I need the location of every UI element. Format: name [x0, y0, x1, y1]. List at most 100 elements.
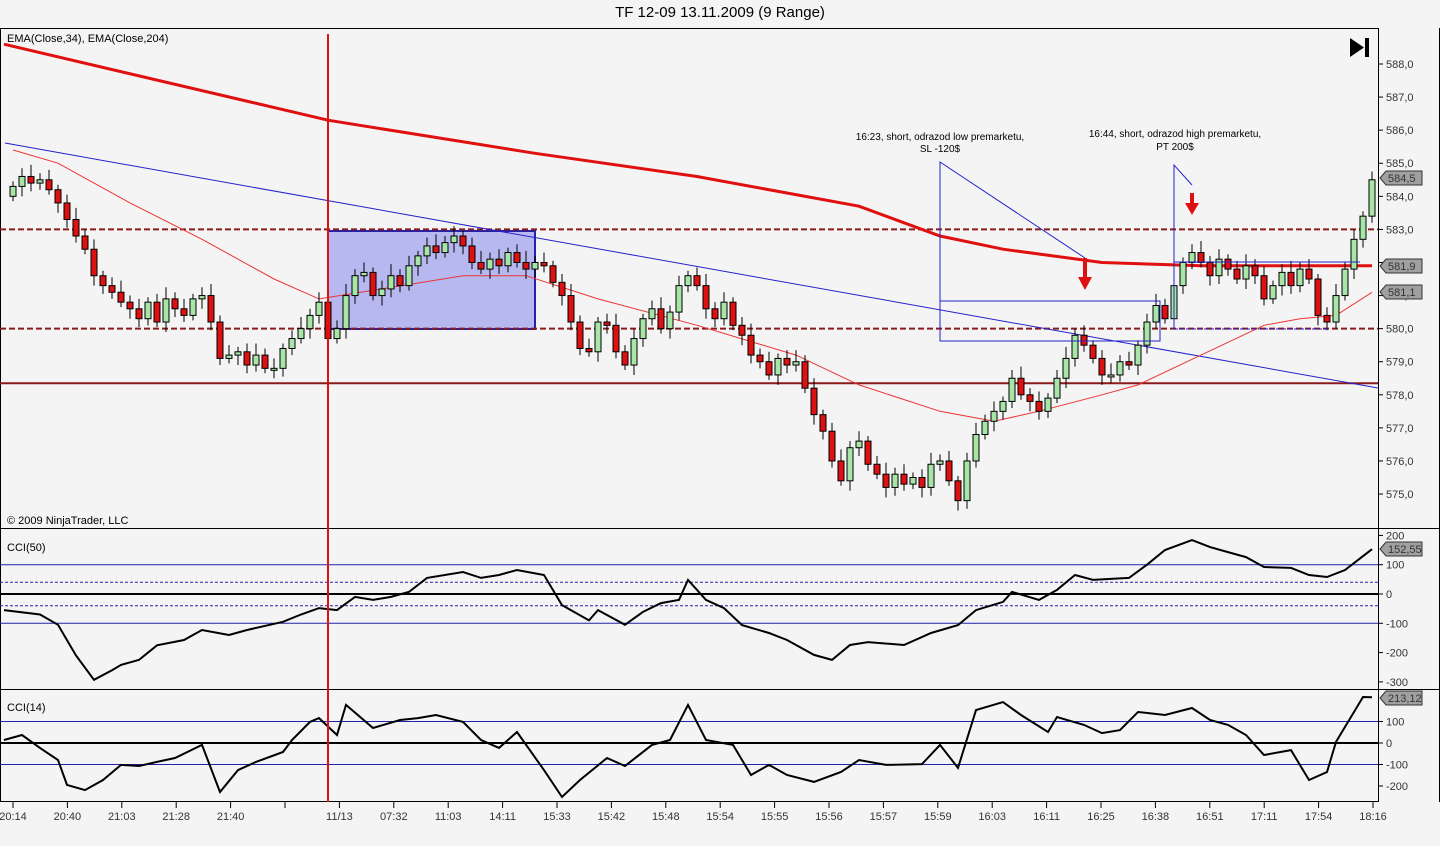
candle-body-down	[1089, 344, 1097, 359]
candle	[945, 451, 953, 486]
candle	[1215, 249, 1223, 284]
candle	[1152, 293, 1160, 329]
candle-body-down	[513, 252, 521, 263]
cci14-axis-tick-label: -200	[1386, 781, 1408, 793]
candle-body-up	[855, 440, 863, 449]
cci14-label: CCI(14)	[7, 702, 46, 714]
candle	[1035, 391, 1043, 420]
candle-body-up	[504, 252, 512, 267]
scroll-to-end-button[interactable]	[1345, 36, 1373, 60]
candle	[864, 436, 872, 471]
candle-body-up	[666, 311, 674, 330]
cci50-panel-frame	[0, 528, 1379, 690]
candle	[252, 343, 260, 372]
candle	[819, 409, 827, 440]
candle	[936, 454, 944, 471]
candle	[963, 452, 971, 509]
candle	[189, 293, 197, 321]
candle-body-up	[225, 354, 233, 359]
candle-body-up	[1008, 377, 1016, 402]
price-axis-tick-label: 580,0	[1386, 324, 1414, 336]
candle-body-up	[990, 410, 998, 422]
candle	[162, 287, 170, 332]
price-axis-tick-label: 587,0	[1386, 92, 1414, 104]
candle	[810, 378, 818, 425]
candle	[1341, 262, 1349, 301]
candle-body-down	[819, 414, 827, 432]
candle	[315, 292, 323, 324]
candle-body-down	[108, 285, 116, 293]
candle	[270, 358, 278, 379]
candle-body-down	[702, 285, 710, 310]
candle-body-down	[27, 175, 35, 184]
candle	[612, 313, 620, 359]
candle-body-down	[612, 324, 620, 353]
candle-body-down	[1026, 394, 1034, 402]
candle-body-down	[495, 258, 503, 267]
candle-body-up	[720, 301, 728, 320]
candle-body-up	[1296, 268, 1304, 287]
candle-body-down	[567, 295, 575, 323]
ema34-value-label: 581,1	[1379, 284, 1423, 300]
candle-body-up	[963, 460, 971, 502]
candle-body-up	[999, 400, 1007, 412]
candle-body-down	[882, 473, 890, 488]
candle-body-up	[405, 265, 413, 287]
candle-body-up	[1134, 344, 1142, 366]
candle-body-down	[801, 361, 809, 389]
candle-body-down	[99, 275, 107, 287]
candle-body-down	[810, 387, 818, 416]
candle	[765, 351, 773, 380]
candle	[666, 305, 674, 339]
candle-body-down	[468, 245, 476, 263]
candle-body-up	[333, 328, 341, 340]
cci50-axis-tick-label: -200	[1386, 648, 1408, 660]
price-axis-tick-label: 578,0	[1386, 390, 1414, 402]
candle	[594, 317, 602, 362]
x-tick-label: 18:16	[1359, 811, 1387, 823]
candle	[1323, 307, 1331, 331]
candle-body-down	[153, 301, 161, 323]
price-axis-tick-label: 586,0	[1386, 125, 1414, 137]
price-axis-tick-label: 583,0	[1386, 224, 1414, 236]
candle-body-down	[1161, 304, 1169, 320]
candle-body-up	[1053, 377, 1061, 399]
candle-body-up	[1350, 238, 1358, 270]
x-tick-label: 20:14	[0, 811, 27, 823]
cci14-axis-tick-label: 100	[1386, 717, 1404, 729]
candle	[738, 317, 746, 346]
trade-drawing-1[interactable]	[939, 161, 1161, 342]
candle-body-up	[891, 473, 899, 488]
candle-body-up	[1332, 295, 1340, 323]
candle	[1359, 211, 1367, 248]
candles	[9, 164, 1376, 511]
candle	[144, 297, 152, 326]
candle-body-down	[1305, 268, 1313, 280]
cci50-axis-tick-label: 0	[1386, 589, 1392, 601]
candle-body-up	[1062, 357, 1070, 379]
candle	[846, 441, 854, 491]
cci50-axis-tick-label: -100	[1386, 618, 1408, 630]
candle	[18, 168, 26, 197]
x-tick-label: 17:11	[1251, 811, 1278, 823]
candle	[657, 297, 665, 334]
trade-drawing-2[interactable]	[1173, 163, 1360, 330]
candle-body-down	[396, 275, 404, 287]
candle-body-down	[522, 261, 530, 270]
candle-body-down	[828, 430, 836, 462]
candle	[117, 280, 125, 308]
x-tick-label: 21:28	[162, 811, 190, 823]
candle-body-up	[486, 258, 494, 270]
candle-body-up	[441, 242, 449, 254]
x-tick-label: 15:54	[706, 811, 734, 823]
candle-body-up	[9, 185, 17, 197]
ema34-line	[12, 149, 1373, 422]
candle	[756, 348, 764, 369]
chart-canvas[interactable]: 16:23, short, odrazod low premarketu, SL…	[0, 0, 1440, 846]
candle-body-down	[783, 357, 791, 366]
candle-body-down	[576, 321, 584, 349]
x-tick-label: 16:51	[1196, 811, 1224, 823]
y-axes: 588,0587,0586,0585,0584,0583,0582,0581,0…	[1378, 59, 1423, 793]
range-box[interactable]	[327, 230, 536, 330]
candle	[1017, 366, 1025, 400]
